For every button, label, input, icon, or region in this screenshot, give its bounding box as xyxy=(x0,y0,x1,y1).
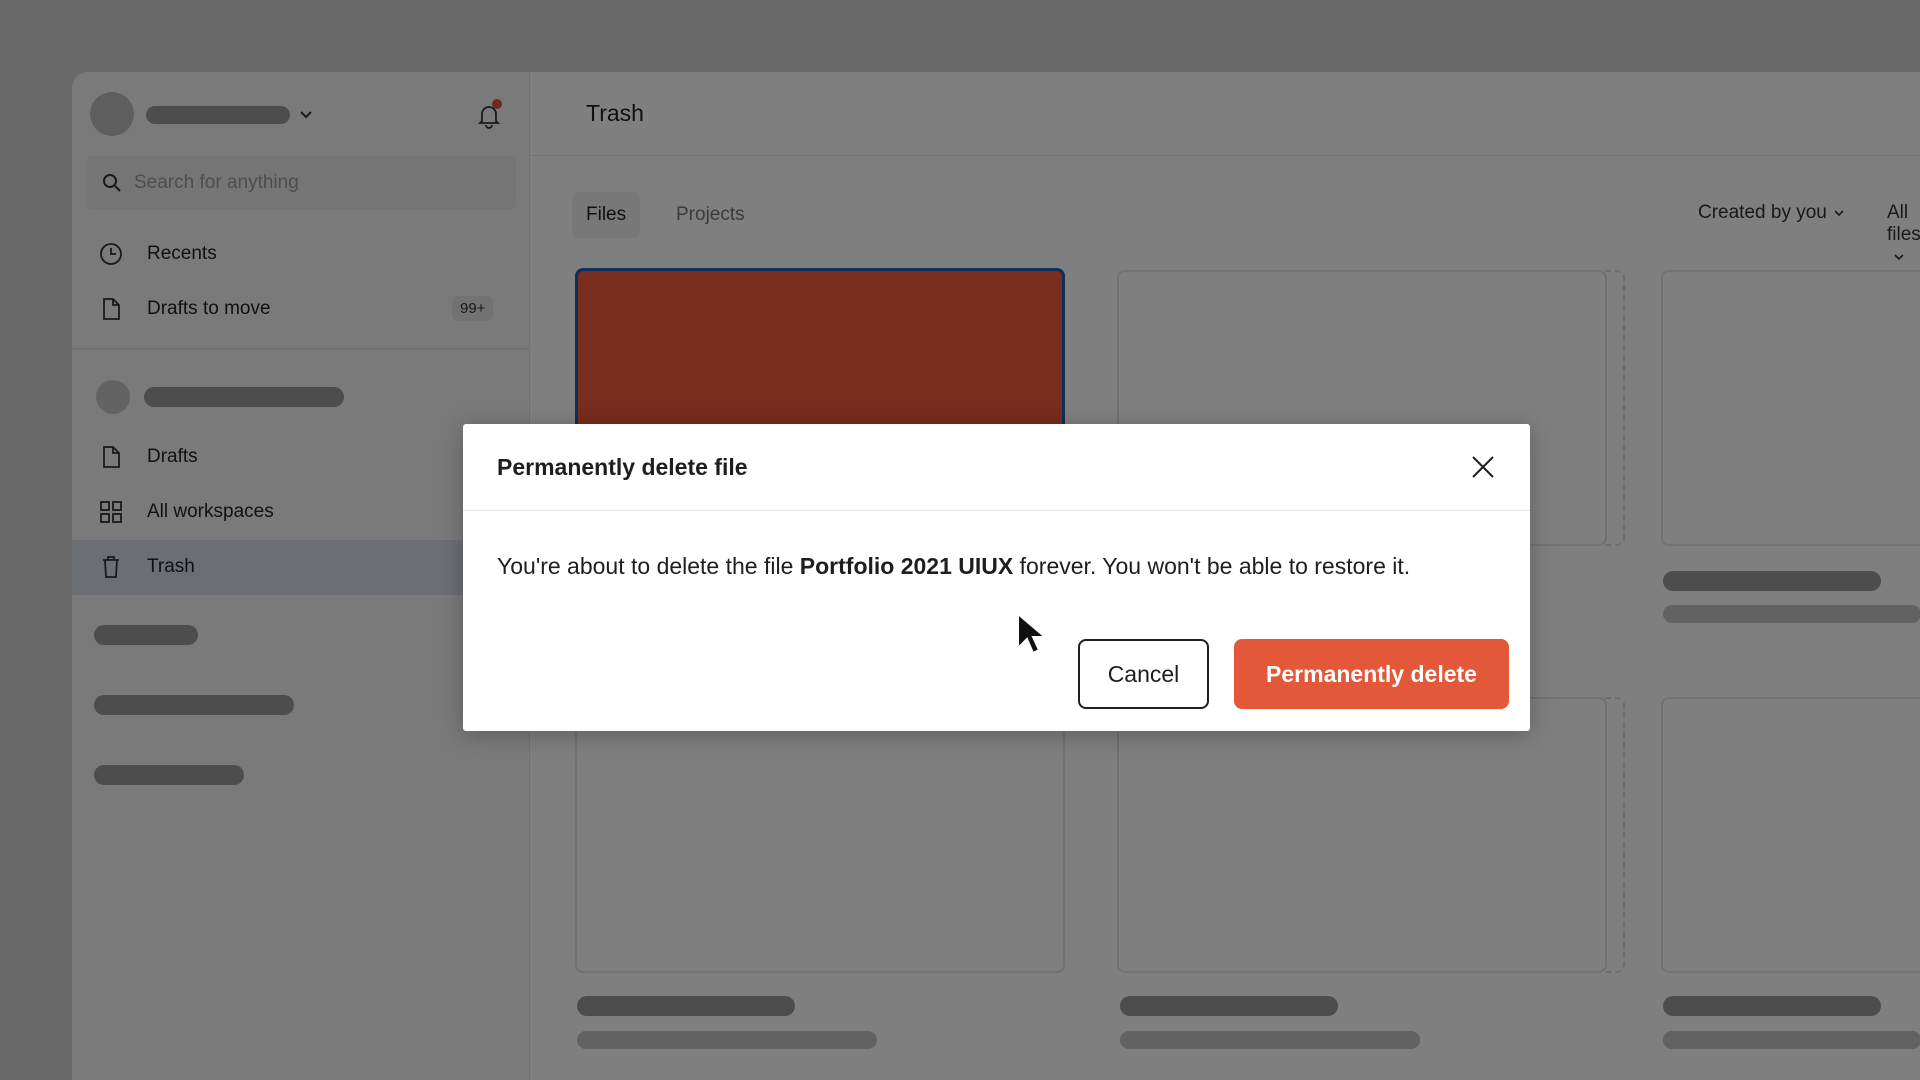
close-icon[interactable] xyxy=(1466,450,1500,484)
cancel-button[interactable]: Cancel xyxy=(1078,639,1209,709)
dialog-title: Permanently delete file xyxy=(497,454,748,480)
message-suffix: forever. You won't be able to restore it… xyxy=(1013,553,1411,579)
message-prefix: You're about to delete the file xyxy=(497,553,800,579)
dialog-header: Permanently delete file xyxy=(463,424,1530,511)
delete-file-dialog: Permanently delete file You're about to … xyxy=(463,424,1530,731)
file-name: Portfolio 2021 UIUX xyxy=(799,553,1014,579)
dialog-message: You're about to delete the file Portfoli… xyxy=(497,548,1497,584)
mouse-cursor-icon xyxy=(1017,612,1046,655)
permanently-delete-button[interactable]: Permanently delete xyxy=(1234,639,1509,709)
